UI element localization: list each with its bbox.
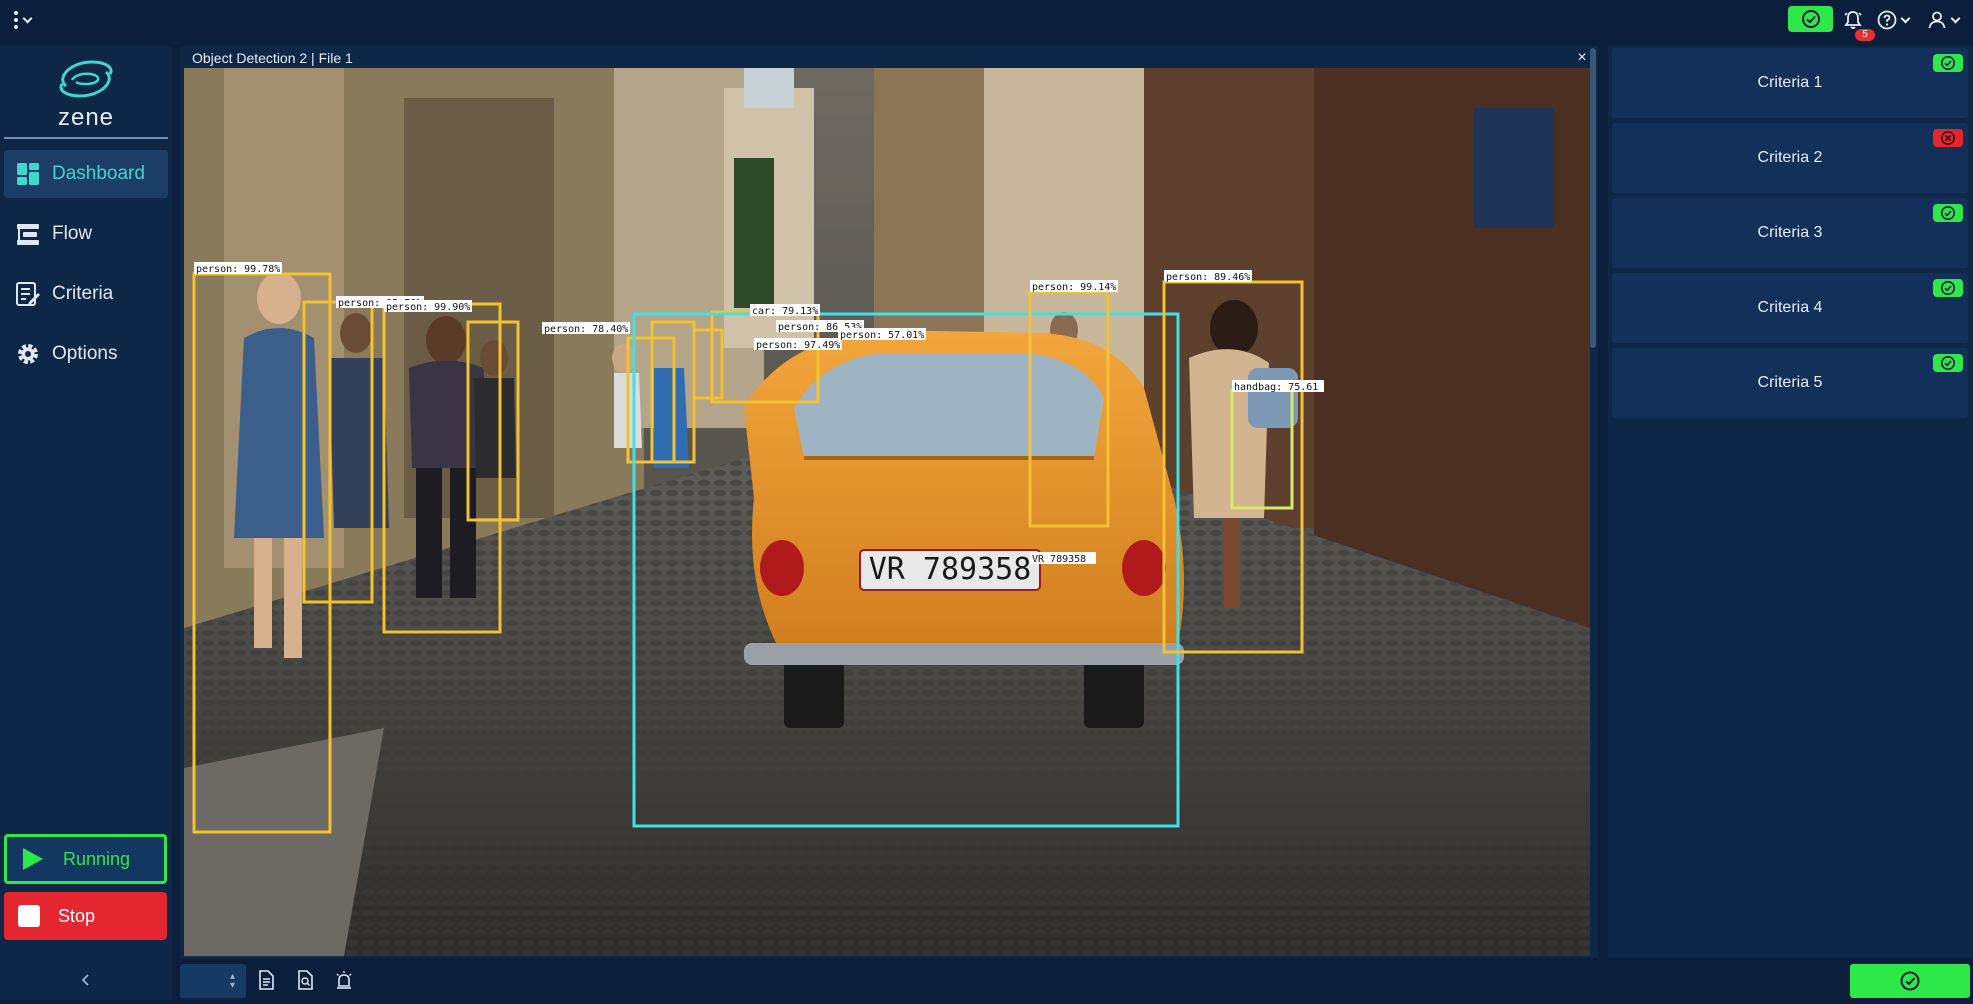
gear-icon — [14, 340, 42, 368]
user-icon — [1928, 11, 1946, 29]
document-button[interactable] — [254, 968, 278, 992]
help-circle-icon — [1877, 10, 1897, 30]
check-circle-icon — [1900, 971, 1920, 991]
stop-icon — [18, 905, 40, 927]
system-status-button[interactable] — [1788, 6, 1833, 32]
criteria-pass-badge — [1933, 279, 1963, 297]
criteria-label: Criteria 1 — [1757, 74, 1823, 91]
main-menu-button[interactable] — [14, 8, 54, 32]
check-circle-icon — [1801, 10, 1820, 28]
bell-icon — [1844, 11, 1862, 29]
flow-icon — [14, 220, 42, 248]
sidebar: zene Dashboard Flow Criteria Options Run… — [0, 46, 172, 1000]
zene-logo-mark — [59, 60, 113, 98]
criteria-icon — [14, 280, 42, 308]
running-button[interactable]: Running — [4, 834, 167, 884]
criteria-item[interactable]: Criteria 5 — [1612, 348, 1968, 418]
criteria-item[interactable]: Criteria 2 — [1612, 123, 1968, 193]
logo-divider — [4, 137, 168, 139]
chevron-down-icon — [1900, 13, 1911, 23]
criteria-fail-badge — [1933, 129, 1963, 147]
viewer-title: Object Detection 2 | File 1 — [192, 50, 353, 66]
criteria-pass-badge — [1933, 204, 1963, 222]
document-search-icon — [298, 970, 313, 990]
detection-label: person: 99.78% — [196, 264, 280, 275]
license-plate-text: VR 789358 — [869, 552, 1032, 587]
document-icon — [259, 970, 274, 990]
viewer-scrollbar[interactable] — [1590, 48, 1596, 348]
chevron-down-icon — [1950, 13, 1961, 23]
sidebar-item-options[interactable]: Options — [4, 330, 168, 378]
criteria-label: Criteria 4 — [1757, 299, 1823, 316]
stop-label: Stop — [58, 905, 96, 926]
bottom-toolbar: ▴ ▾ — [176, 962, 1973, 1004]
x-circle-icon — [1941, 131, 1955, 145]
criteria-item[interactable]: Criteria 3 — [1612, 198, 1968, 268]
sidebar-item-label: Flow — [52, 223, 93, 244]
criteria-label: Criteria 3 — [1757, 224, 1823, 241]
notification-count-badge: 5 — [1855, 29, 1875, 41]
detection-label: person: 78.40% — [544, 324, 628, 335]
criteria-label: Criteria 5 — [1757, 374, 1823, 391]
criteria-pass-badge — [1933, 54, 1963, 72]
document-search-button[interactable] — [293, 968, 317, 992]
criteria-pass-badge — [1933, 354, 1963, 372]
top-bar: 5 — [0, 0, 1973, 41]
detection-image[interactable]: VR 789358 person: 99.78% person: 95.78% … — [184, 68, 1590, 956]
detection-label: person: 97.49% — [756, 340, 840, 351]
criteria-label: Criteria 2 — [1757, 149, 1823, 166]
stop-button[interactable]: Stop — [4, 892, 167, 940]
criteria-panel: Criteria 1 Criteria 2 Criteria 3 Criteri… — [1608, 46, 1973, 958]
detection-label: VR 789358 — [1032, 554, 1086, 565]
sidebar-item-label: Options — [52, 343, 118, 364]
street-scene: VR 789358 person: 99.78% person: 95.78% … — [184, 68, 1590, 956]
play-icon — [23, 848, 43, 870]
sidebar-item-label: Dashboard — [52, 163, 145, 184]
alarm-button[interactable] — [332, 968, 356, 992]
close-viewer-button[interactable]: × — [1572, 48, 1592, 68]
collapse-sidebar-button[interactable] — [76, 970, 96, 990]
detection-label: person: 99.14% — [1032, 282, 1116, 293]
kebab-menu-icon — [14, 11, 18, 29]
file-select[interactable]: ▴ ▾ — [180, 964, 246, 998]
sidebar-item-flow[interactable]: Flow — [4, 210, 168, 258]
detection-label: person: 89.46% — [1166, 272, 1250, 283]
detection-label: person: 99.90% — [386, 302, 470, 313]
check-circle-icon — [1941, 281, 1955, 295]
criteria-item[interactable]: Criteria 4 — [1612, 273, 1968, 343]
help-menu-button[interactable] — [1876, 7, 1911, 33]
detection-label: car: 79.13% — [752, 306, 818, 317]
chevron-up-down-icon: ▴ ▾ — [230, 971, 236, 991]
chevron-left-icon — [81, 974, 89, 986]
overall-status-button[interactable] — [1850, 964, 1970, 998]
sidebar-item-criteria[interactable]: Criteria — [4, 270, 168, 318]
detection-label: person: 57.01% — [840, 330, 924, 341]
check-circle-icon — [1941, 206, 1955, 220]
running-label: Running — [63, 848, 131, 869]
detection-label: handbag: 75.61 — [1234, 382, 1318, 393]
dashboard-icon — [14, 160, 42, 188]
app-logo[interactable]: zene — [0, 46, 172, 136]
logo-text: zene — [57, 104, 115, 131]
user-menu-button[interactable] — [1926, 7, 1961, 33]
alarm-icon — [336, 971, 352, 989]
check-circle-icon — [1941, 56, 1955, 70]
sidebar-item-label: Criteria — [52, 283, 114, 304]
sidebar-item-dashboard[interactable]: Dashboard — [4, 150, 168, 198]
chevron-down-icon — [22, 13, 33, 23]
check-circle-icon — [1941, 356, 1955, 370]
criteria-item[interactable]: Criteria 1 — [1612, 48, 1968, 118]
detection-viewer-panel: Object Detection 2 | File 1 × VR 789358 … — [180, 46, 1598, 958]
